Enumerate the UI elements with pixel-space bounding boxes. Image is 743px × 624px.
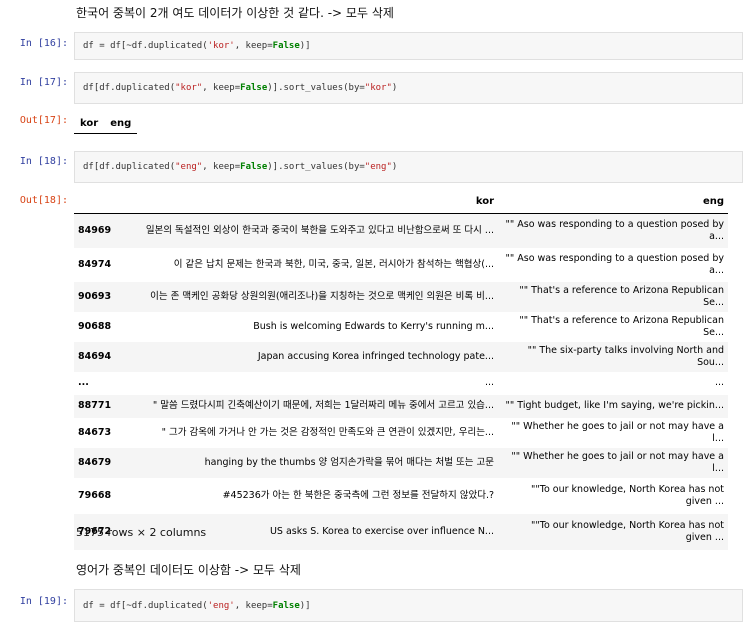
markdown-note-korean-duplicates: 한국어 중복이 2개 여도 데이터가 이상한 것 같다. -> 모두 삭제	[76, 6, 394, 20]
cell-kor: Bush is welcoming Edwards to Kerry's run…	[253, 320, 494, 332]
code-string: "kor"	[364, 83, 392, 93]
cell-kor: Japan accusing Korea infringed technolog…	[257, 350, 494, 362]
row-index: ...	[78, 377, 89, 388]
row-index: 84694	[78, 350, 112, 362]
cell-kor: 이는 존 맥케인 공화당 상원의원(애리조나)을 지칭하는 것으로 맥케인 의원…	[150, 290, 494, 302]
cell-eng: "" Whether he goes to jail or not may ha…	[511, 450, 724, 474]
cell-kor: ...	[484, 377, 494, 388]
cell-kor: 이 같은 납치 문제는 한국과 북한, 미국, 중국, 일본, 러시아가 참석하…	[173, 258, 494, 270]
table-row: 79668 #45236가 아는 한 북한은 중국측에 그런 정보를 전달하지 …	[74, 478, 728, 514]
column-header-kor: kor	[74, 114, 105, 134]
code-keyword: False	[272, 600, 300, 611]
row-index: 84974	[78, 258, 112, 270]
cell-eng: "" That's a reference to Arizona Republi…	[519, 284, 724, 308]
code-keyword: False	[240, 162, 268, 172]
table-row-ellipsis: ... ... ...	[74, 372, 728, 395]
cell-eng: "" That's a reference to Arizona Republi…	[519, 314, 724, 338]
cell-eng: ""To our knowledge, North Korea has not …	[531, 483, 724, 507]
code-text: df = df[~df.duplicated(	[83, 600, 208, 611]
row-index: 84969	[78, 224, 112, 236]
row-index: 84673	[78, 426, 112, 438]
cell-prompt-in19: In [19]:	[19, 596, 68, 607]
code-keyword: False	[272, 41, 300, 51]
table-row: 84673 " 그가 감옥에 가거나 안 가는 것은 감정적인 만족도와 큰 연…	[74, 418, 728, 448]
cell-eng: ...	[714, 377, 724, 388]
cell-prompt-in17: In [17]:	[19, 77, 68, 88]
cell-eng: "" The six-party talks involving North a…	[527, 344, 724, 368]
code-text: )]	[299, 41, 311, 51]
code-text: )].sort_values(by=	[267, 83, 365, 93]
code-string: "kor"	[175, 83, 203, 93]
code-string: "eng"	[364, 162, 392, 172]
code-cell-18[interactable]: df[df.duplicated("eng", keep= False)].sor…	[74, 151, 743, 183]
cell-eng: "" Aso was responding to a question pose…	[505, 218, 725, 242]
code-cell-17[interactable]: df[df.duplicated("kor", keep= False)].sor…	[74, 72, 743, 104]
cell-prompt-in16: In [16]:	[19, 38, 68, 49]
cell-kor: hanging by the thumbs 양 엄지손가락을 묶어 매다는 처벌…	[204, 456, 494, 468]
code-string: 'eng'	[207, 600, 235, 611]
code-text: )	[391, 83, 398, 93]
cell-kor: 일본의 독설적인 외상이 한국과 중국이 북한을 도와주고 있다고 비난함으로써…	[145, 224, 494, 236]
table-row: 84679 hanging by the thumbs 양 엄지손가락을 묶어 …	[74, 447, 728, 478]
cell-prompt-in18: In [18]:	[19, 156, 68, 167]
row-index: 90693	[78, 290, 112, 302]
code-string: "eng"	[175, 162, 203, 172]
cell-kor: " 그가 감옥에 가거나 안 가는 것은 감정적인 만족도와 큰 연관이 있겠지…	[161, 426, 494, 438]
code-text: )].sort_values(by=	[267, 162, 365, 172]
column-header-eng: eng	[104, 114, 138, 134]
code-text: df[df.duplicated(	[83, 162, 176, 172]
row-index: 88771	[78, 400, 112, 411]
code-text: )	[391, 162, 398, 172]
empty-dataframe-output: kor eng	[74, 114, 138, 134]
cell-eng: "" Whether he goes to jail or not may ha…	[511, 420, 724, 444]
table-row: 84694 Japan accusing Korea infringed tec…	[74, 341, 728, 372]
dataframe-output: kor eng 84969 일본의 독설적인 외상이 한국과 중국이 북한을 도…	[74, 190, 728, 550]
code-cell-16[interactable]: df = df[~df.duplicated('kor', keep= False…	[74, 32, 743, 60]
code-text: , keep=	[234, 600, 273, 611]
cell-kor: #45236가 아는 한 북한은 중국측에 그런 정보를 전달하지 않았다.?	[222, 489, 494, 501]
code-cell-19[interactable]: df = df[~df.duplicated('eng', keep= False…	[74, 589, 743, 622]
cell-kor: " 말씀 드렸다시피 긴축예산이기 때문에, 저희는 1달러짜리 메뉴 중에서 …	[152, 400, 494, 411]
cell-eng: "" Aso was responding to a question pose…	[505, 252, 725, 276]
markdown-note-english-duplicates: 영어가 중복인 데이터도 이상함 -> 모두 삭제	[76, 563, 301, 577]
row-index: 90688	[78, 320, 112, 332]
cell-prompt-out18: Out[18]:	[19, 195, 68, 206]
code-text: , keep=	[202, 83, 241, 93]
cell-eng: "" Tight budget, like I'm saying, we're …	[505, 400, 724, 411]
code-text: )]	[299, 600, 311, 611]
table-row: 84974 이 같은 납치 문제는 한국과 북한, 미국, 중국, 일본, 러시…	[74, 248, 728, 282]
table-row: 90688 Bush is welcoming Edwards to Kerry…	[74, 312, 728, 342]
code-text: , keep=	[234, 41, 273, 51]
column-header-kor: kor	[114, 190, 498, 214]
column-header-eng: eng	[498, 190, 728, 214]
code-string: 'kor'	[207, 41, 235, 51]
code-text: , keep=	[202, 162, 241, 172]
row-index: 84679	[78, 456, 112, 468]
table-row: 88771 " 말씀 드렸다시피 긴축예산이기 때문에, 저희는 1달러짜리 메…	[74, 394, 728, 418]
code-keyword: False	[240, 83, 268, 93]
index-header	[74, 190, 114, 214]
code-text: df = df[~df.duplicated(	[83, 41, 208, 51]
row-index: 79668	[78, 489, 112, 501]
cell-prompt-out17: Out[17]:	[19, 115, 68, 126]
table-row: 90693 이는 존 맥케인 공화당 상원의원(애리조나)을 지칭하는 것으로 …	[74, 281, 728, 312]
table-row: 84969 일본의 독설적인 외상이 한국과 중국이 북한을 도와주고 있다고 …	[74, 213, 728, 248]
cell-eng: ""To our knowledge, North Korea has not …	[531, 519, 724, 543]
code-text: df[df.duplicated(	[83, 83, 176, 93]
dataframe-shape-info: 5175 rows × 2 columns	[76, 526, 207, 539]
